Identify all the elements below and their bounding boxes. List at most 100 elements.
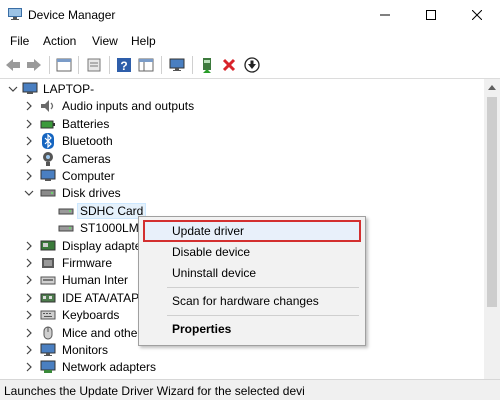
svg-text:?: ?	[120, 59, 127, 73]
disable-device-menu-item[interactable]: Disable device	[139, 241, 365, 263]
expand-chevron-icon[interactable]	[24, 361, 34, 373]
expand-chevron-icon[interactable]	[24, 257, 34, 269]
tree-item-label: Batteries	[62, 116, 110, 131]
tree-category-row[interactable]: Network adapters	[0, 358, 484, 376]
menu-separator	[167, 287, 359, 288]
device-manager-window: Device Manager File Action View Help ? L…	[0, 0, 500, 400]
tree-category-row[interactable]: Cameras	[0, 150, 484, 168]
menu-view[interactable]: View	[92, 34, 118, 48]
firmware-icon	[40, 255, 56, 271]
context-menu: Update driver Disable device Uninstall d…	[138, 216, 366, 346]
tree-item-label: IDE ATA/ATAPI	[62, 290, 143, 305]
tree-item-label: Audio inputs and outputs	[62, 99, 195, 114]
mouse-icon	[40, 325, 56, 341]
update-driver-menu-item[interactable]: Update driver	[143, 220, 361, 242]
uninstall-device-label: Uninstall device	[172, 266, 257, 280]
collapse-chevron-icon[interactable]	[8, 83, 18, 95]
properties-menu-item[interactable]: Properties	[139, 318, 365, 340]
maximize-button[interactable]	[408, 0, 454, 30]
tree-item-label: Mice and other	[62, 325, 142, 340]
tree-root[interactable]: LAPTOP-	[0, 80, 484, 98]
minimize-button[interactable]	[362, 0, 408, 30]
network-adapter-icon	[40, 359, 56, 375]
tree-item-label: Bluetooth	[62, 134, 113, 149]
menu-bar: File Action View Help	[0, 30, 500, 52]
tree-item-label: Network adapters	[62, 360, 157, 375]
tree-item-label: Display adapte	[62, 238, 142, 253]
disk-drive-icon	[40, 185, 56, 201]
expand-chevron-icon[interactable]	[24, 170, 34, 182]
bluetooth-icon	[40, 133, 56, 150]
tree-root-label: LAPTOP-	[43, 82, 95, 96]
vertical-scrollbar[interactable]	[484, 79, 500, 379]
speaker-icon	[40, 98, 56, 114]
expand-chevron-icon[interactable]	[24, 153, 34, 165]
expand-chevron-icon[interactable]	[24, 309, 34, 321]
display-adapter-icon	[40, 238, 56, 254]
disable-device-label: Disable device	[172, 245, 251, 259]
expand-chevron-icon[interactable]	[24, 292, 34, 304]
tree-item-label: Disk drives	[62, 186, 121, 201]
tree-category-row[interactable]: Bluetooth	[0, 132, 484, 150]
update-driver-label: Update driver	[172, 224, 245, 238]
tree-item-label: Monitors	[62, 343, 109, 357]
expand-chevron-icon[interactable]	[24, 240, 34, 252]
toolbar-separator	[49, 56, 50, 74]
disable-device-icon[interactable]	[242, 55, 262, 75]
computer-icon	[22, 81, 38, 97]
back-icon[interactable]	[3, 55, 23, 75]
menu-file[interactable]: File	[10, 34, 29, 48]
scan-hardware-label: Scan for hardware changes	[172, 294, 319, 308]
disk-child-icon	[58, 220, 74, 236]
expand-chevron-icon[interactable]	[24, 344, 34, 356]
scroll-up-icon[interactable]	[484, 79, 500, 95]
monitor-icon	[40, 342, 56, 358]
uninstall-device-menu-item[interactable]: Uninstall device	[139, 262, 365, 284]
toolbar-separator	[192, 56, 193, 74]
expand-chevron-icon[interactable]	[24, 100, 34, 112]
tree-item-label: Cameras	[62, 151, 111, 166]
tree-item-label: SDHC Card	[76, 202, 147, 219]
properties-label: Properties	[172, 322, 232, 336]
tree-category-row[interactable]: Disk drives	[0, 184, 484, 202]
battery-icon	[40, 116, 56, 132]
hid-icon	[40, 272, 56, 288]
disk-child-icon	[58, 203, 74, 219]
monitor-scan-icon[interactable]	[167, 55, 187, 75]
tree-category-row[interactable]: Computer	[0, 167, 484, 185]
expand-chevron-icon[interactable]	[24, 118, 34, 130]
menu-help[interactable]: Help	[131, 34, 156, 48]
status-text: Launches the Update Driver Wizard for th…	[4, 384, 305, 398]
toolbar-separator	[78, 56, 79, 74]
menu-separator	[167, 315, 359, 316]
help-icon[interactable]: ?	[114, 55, 134, 75]
close-button[interactable]	[454, 0, 500, 30]
tree-category-row[interactable]: Audio inputs and outputs	[0, 97, 484, 115]
keyboard-icon	[40, 307, 56, 323]
tree-item-label: ST1000LM0	[80, 221, 146, 236]
tree-item-label: Keyboards	[62, 308, 120, 323]
tree-category-row[interactable]: Batteries	[0, 115, 484, 133]
status-bar: Launches the Update Driver Wizard for th…	[0, 379, 500, 400]
properties-sheet-icon[interactable]	[54, 55, 74, 75]
add-driver-icon[interactable]	[197, 55, 217, 75]
window-title: Device Manager	[28, 8, 116, 22]
expand-chevron-icon[interactable]	[24, 274, 34, 286]
scrollbar-thumb[interactable]	[487, 97, 497, 307]
computer-icon	[40, 168, 56, 184]
tree-item-label: Human Inter	[62, 273, 129, 288]
menu-action[interactable]: Action	[43, 34, 76, 48]
view-pane-icon[interactable]	[136, 55, 156, 75]
uninstall-x-icon[interactable]	[219, 55, 239, 75]
scan-hardware-menu-item[interactable]: Scan for hardware changes	[139, 290, 365, 312]
expand-chevron-icon[interactable]	[24, 135, 34, 147]
title-bar: Device Manager	[0, 0, 500, 30]
camera-icon	[40, 151, 56, 167]
show-hidden-icon[interactable]	[84, 55, 104, 75]
device-manager-app-icon	[8, 8, 22, 20]
expand-chevron-icon[interactable]	[24, 327, 34, 339]
tree-item-label: Firmware	[62, 256, 112, 270]
forward-icon[interactable]	[24, 55, 44, 75]
collapse-chevron-icon[interactable]	[24, 187, 34, 199]
toolbar-separator	[161, 56, 162, 74]
